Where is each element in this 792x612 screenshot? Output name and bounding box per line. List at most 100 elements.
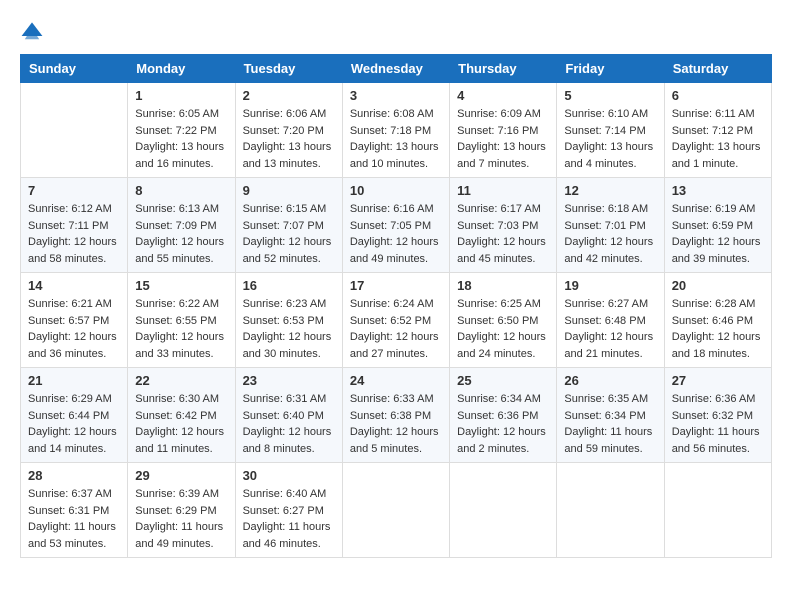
calendar-cell: 17 Sunrise: 6:24 AMSunset: 6:52 PMDayligh…	[342, 273, 449, 368]
calendar-cell: 8 Sunrise: 6:13 AMSunset: 7:09 PMDaylight…	[128, 178, 235, 273]
calendar-cell: 13 Sunrise: 6:19 AMSunset: 6:59 PMDayligh…	[664, 178, 771, 273]
day-number: 22	[135, 373, 227, 388]
calendar-cell: 7 Sunrise: 6:12 AMSunset: 7:11 PMDaylight…	[21, 178, 128, 273]
calendar-cell: 30 Sunrise: 6:40 AMSunset: 6:27 PMDayligh…	[235, 463, 342, 558]
day-info: Sunrise: 6:11 AMSunset: 7:12 PMDaylight:…	[672, 106, 764, 172]
calendar-cell: 12 Sunrise: 6:18 AMSunset: 7:01 PMDayligh…	[557, 178, 664, 273]
day-number: 18	[457, 278, 549, 293]
day-info: Sunrise: 6:05 AMSunset: 7:22 PMDaylight:…	[135, 106, 227, 172]
calendar-cell: 29 Sunrise: 6:39 AMSunset: 6:29 PMDayligh…	[128, 463, 235, 558]
day-number: 15	[135, 278, 227, 293]
day-info: Sunrise: 6:19 AMSunset: 6:59 PMDaylight:…	[672, 201, 764, 267]
day-info: Sunrise: 6:16 AMSunset: 7:05 PMDaylight:…	[350, 201, 442, 267]
weekday-header-row: SundayMondayTuesdayWednesdayThursdayFrid…	[21, 55, 772, 83]
calendar-cell: 3Sunrise: 6:08 AMSunset: 7:18 PMDaylight…	[342, 83, 449, 178]
day-info: Sunrise: 6:17 AMSunset: 7:03 PMDaylight:…	[457, 201, 549, 267]
logo-icon	[20, 20, 44, 44]
day-number: 21	[28, 373, 120, 388]
day-number: 29	[135, 468, 227, 483]
day-number: 25	[457, 373, 549, 388]
calendar-cell: 28 Sunrise: 6:37 AMSunset: 6:31 PMDayligh…	[21, 463, 128, 558]
weekday-header: Monday	[128, 55, 235, 83]
calendar-cell: 24 Sunrise: 6:33 AMSunset: 6:38 PMDayligh…	[342, 368, 449, 463]
day-number: 20	[672, 278, 764, 293]
day-number: 30	[243, 468, 335, 483]
day-number: 2	[243, 88, 335, 103]
day-info: Sunrise: 6:10 AMSunset: 7:14 PMDaylight:…	[564, 106, 656, 172]
day-number: 16	[243, 278, 335, 293]
day-number: 8	[135, 183, 227, 198]
calendar-cell: 26 Sunrise: 6:35 AMSunset: 6:34 PMDayligh…	[557, 368, 664, 463]
day-number: 9	[243, 183, 335, 198]
calendar-cell: 18Sunrise: 6:25 AMSunset: 6:50 PMDayligh…	[450, 273, 557, 368]
calendar-cell: 4 Sunrise: 6:09 AMSunset: 7:16 PMDaylight…	[450, 83, 557, 178]
day-number: 13	[672, 183, 764, 198]
weekday-header: Wednesday	[342, 55, 449, 83]
calendar-week-row: 7 Sunrise: 6:12 AMSunset: 7:11 PMDaylight…	[21, 178, 772, 273]
day-number: 1	[135, 88, 227, 103]
day-info: Sunrise: 6:29 AMSunset: 6:44 PMDaylight:…	[28, 391, 120, 457]
day-number: 19	[564, 278, 656, 293]
day-number: 24	[350, 373, 442, 388]
page-header	[20, 20, 772, 44]
day-info: Sunrise: 6:27 AMSunset: 6:48 PMDaylight:…	[564, 296, 656, 362]
calendar-cell: 14 Sunrise: 6:21 AMSunset: 6:57 PMDayligh…	[21, 273, 128, 368]
weekday-header: Thursday	[450, 55, 557, 83]
day-info: Sunrise: 6:35 AMSunset: 6:34 PMDaylight:…	[564, 391, 656, 457]
day-number: 11	[457, 183, 549, 198]
calendar-cell: 5 Sunrise: 6:10 AMSunset: 7:14 PMDaylight…	[557, 83, 664, 178]
weekday-header: Tuesday	[235, 55, 342, 83]
calendar-cell	[21, 83, 128, 178]
day-number: 5	[564, 88, 656, 103]
calendar-cell: 21 Sunrise: 6:29 AMSunset: 6:44 PMDayligh…	[21, 368, 128, 463]
day-info: Sunrise: 6:12 AMSunset: 7:11 PMDaylight:…	[28, 201, 120, 267]
day-number: 3	[350, 88, 442, 103]
logo	[20, 20, 48, 44]
calendar-week-row: 28 Sunrise: 6:37 AMSunset: 6:31 PMDayligh…	[21, 463, 772, 558]
day-number: 7	[28, 183, 120, 198]
day-number: 26	[564, 373, 656, 388]
calendar-cell: 6Sunrise: 6:11 AMSunset: 7:12 PMDaylight…	[664, 83, 771, 178]
day-info: Sunrise: 6:33 AMSunset: 6:38 PMDaylight:…	[350, 391, 442, 457]
day-info: Sunrise: 6:34 AMSunset: 6:36 PMDaylight:…	[457, 391, 549, 457]
day-info: Sunrise: 6:28 AMSunset: 6:46 PMDaylight:…	[672, 296, 764, 362]
calendar-cell: 2 Sunrise: 6:06 AMSunset: 7:20 PMDaylight…	[235, 83, 342, 178]
day-info: Sunrise: 6:13 AMSunset: 7:09 PMDaylight:…	[135, 201, 227, 267]
day-info: Sunrise: 6:39 AMSunset: 6:29 PMDaylight:…	[135, 486, 227, 552]
day-number: 14	[28, 278, 120, 293]
day-info: Sunrise: 6:21 AMSunset: 6:57 PMDaylight:…	[28, 296, 120, 362]
calendar-cell: 9Sunrise: 6:15 AMSunset: 7:07 PMDaylight…	[235, 178, 342, 273]
day-number: 27	[672, 373, 764, 388]
calendar-cell: 16 Sunrise: 6:23 AMSunset: 6:53 PMDayligh…	[235, 273, 342, 368]
calendar-week-row: 14 Sunrise: 6:21 AMSunset: 6:57 PMDayligh…	[21, 273, 772, 368]
day-number: 4	[457, 88, 549, 103]
calendar-cell: 15 Sunrise: 6:22 AMSunset: 6:55 PMDayligh…	[128, 273, 235, 368]
day-info: Sunrise: 6:24 AMSunset: 6:52 PMDaylight:…	[350, 296, 442, 362]
day-info: Sunrise: 6:30 AMSunset: 6:42 PMDaylight:…	[135, 391, 227, 457]
day-info: Sunrise: 6:22 AMSunset: 6:55 PMDaylight:…	[135, 296, 227, 362]
calendar-cell: 10 Sunrise: 6:16 AMSunset: 7:05 PMDayligh…	[342, 178, 449, 273]
day-number: 12	[564, 183, 656, 198]
day-info: Sunrise: 6:36 AMSunset: 6:32 PMDaylight:…	[672, 391, 764, 457]
calendar-cell: 19 Sunrise: 6:27 AMSunset: 6:48 PMDayligh…	[557, 273, 664, 368]
day-info: Sunrise: 6:18 AMSunset: 7:01 PMDaylight:…	[564, 201, 656, 267]
day-info: Sunrise: 6:23 AMSunset: 6:53 PMDaylight:…	[243, 296, 335, 362]
day-info: Sunrise: 6:09 AMSunset: 7:16 PMDaylight:…	[457, 106, 549, 172]
calendar-week-row: 21 Sunrise: 6:29 AMSunset: 6:44 PMDayligh…	[21, 368, 772, 463]
day-info: Sunrise: 6:40 AMSunset: 6:27 PMDaylight:…	[243, 486, 335, 552]
day-number: 10	[350, 183, 442, 198]
calendar-cell	[450, 463, 557, 558]
day-info: Sunrise: 6:37 AMSunset: 6:31 PMDaylight:…	[28, 486, 120, 552]
calendar-cell: 11 Sunrise: 6:17 AMSunset: 7:03 PMDayligh…	[450, 178, 557, 273]
day-number: 17	[350, 278, 442, 293]
calendar-cell	[557, 463, 664, 558]
calendar-cell	[342, 463, 449, 558]
day-number: 28	[28, 468, 120, 483]
day-info: Sunrise: 6:06 AMSunset: 7:20 PMDaylight:…	[243, 106, 335, 172]
day-info: Sunrise: 6:31 AMSunset: 6:40 PMDaylight:…	[243, 391, 335, 457]
weekday-header: Friday	[557, 55, 664, 83]
calendar-table: SundayMondayTuesdayWednesdayThursdayFrid…	[20, 54, 772, 558]
calendar-cell: 25 Sunrise: 6:34 AMSunset: 6:36 PMDayligh…	[450, 368, 557, 463]
calendar-week-row: 1 Sunrise: 6:05 AMSunset: 7:22 PMDaylight…	[21, 83, 772, 178]
calendar-cell	[664, 463, 771, 558]
